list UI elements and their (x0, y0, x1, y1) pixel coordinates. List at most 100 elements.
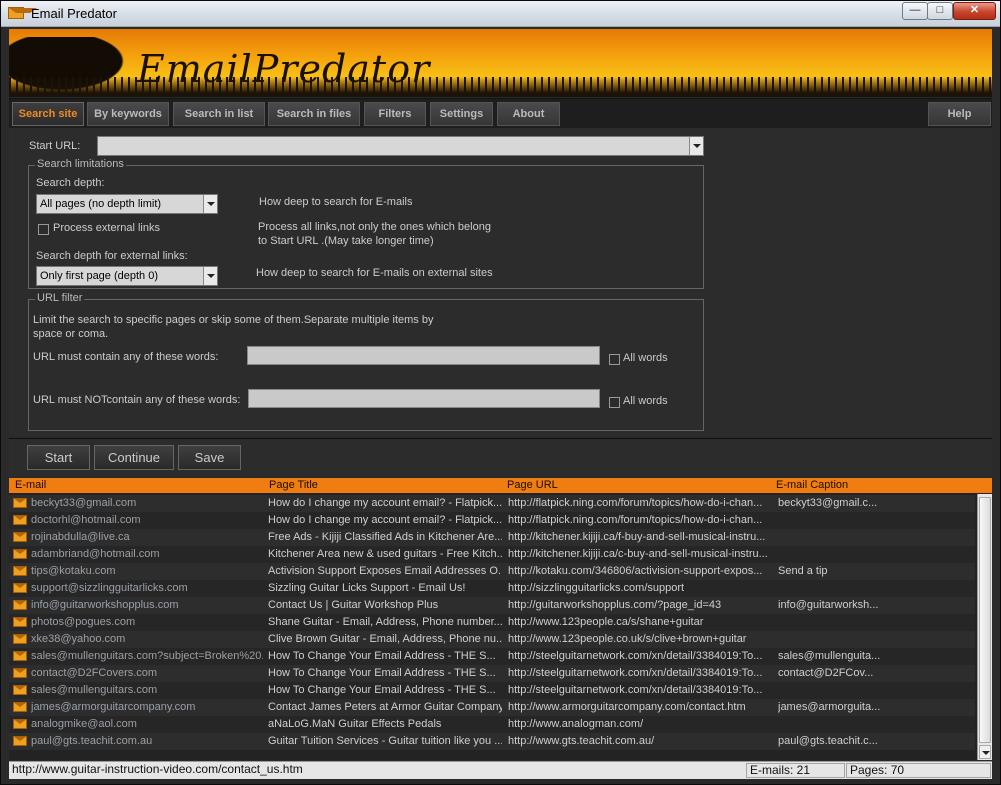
envelope-icon (13, 702, 27, 712)
tab-by-keywords[interactable]: By keywords (87, 102, 169, 126)
table-row[interactable]: tips@kotaku.com Activision Support Expose… (9, 563, 975, 580)
table-row[interactable]: xke38@yahoo.com Clive Brown Guitar - Emai… (9, 631, 975, 648)
row-email: xke38@yahoo.com (31, 633, 126, 645)
row-page-title: How To Change Your Email Address - THE S… (268, 684, 496, 696)
tab-bar: Search site By keywords Search in list S… (9, 98, 992, 128)
column-page-url[interactable]: Page URL (507, 479, 558, 491)
row-page-title: How do I change my account email? - Flat… (268, 514, 502, 526)
row-email-caption: paul@gts.teachit.c... (778, 735, 878, 747)
status-current-url: http://www.guitar-instruction-video.com/… (12, 763, 303, 776)
minimize-button[interactable]: — (902, 2, 928, 20)
external-links-hint-2: to Start URL .(May take longer time) (258, 235, 434, 247)
column-email[interactable]: E-mail (15, 479, 46, 491)
action-bar: Start Continue Save (9, 438, 992, 476)
tab-search-in-list[interactable]: Search in list (173, 102, 265, 126)
envelope-icon (13, 515, 27, 525)
tab-filters[interactable]: Filters (364, 102, 426, 126)
row-email-caption: contact@D2FCov... (778, 667, 874, 679)
must-contain-all-words-checkbox[interactable] (609, 354, 620, 365)
row-page-url: http://flatpick.ning.com/forum/topics/ho… (508, 514, 763, 526)
row-email: analogmike@aol.com (31, 718, 137, 730)
search-depth-label: Search depth: (36, 177, 105, 189)
tab-search-in-files[interactable]: Search in files (268, 102, 360, 126)
row-page-url: http://kitchener.kijiji.ca/f-buy-and-sel… (508, 531, 766, 543)
row-page-title: How To Change Your Email Address - THE S… (268, 667, 496, 679)
app-window: Email Predator — □ ✕ EmailPredator Searc… (0, 0, 1001, 785)
table-row[interactable]: sales@mullenguitars.com How To Change You… (9, 682, 975, 699)
row-page-title: Free Ads - Kijiji Classified Ads in Kitc… (268, 531, 502, 543)
row-page-url: http://steelguitarnetwork.com/xn/detail/… (508, 667, 763, 679)
table-row[interactable]: sales@mullenguitars.com?subject=Broken%2… (9, 648, 975, 665)
table-row[interactable]: rojinabdulla@live.ca Free Ads - Kijiji Cl… (9, 529, 975, 546)
table-row[interactable]: info@guitarworkshopplus.com Contact Us | … (9, 597, 975, 614)
envelope-icon (13, 600, 27, 610)
results-table: E-mail Page Title Page URL E-mail Captio… (9, 478, 992, 760)
column-email-caption[interactable]: E-mail Caption (776, 479, 848, 491)
envelope-icon (13, 617, 27, 627)
continue-button[interactable]: Continue (94, 445, 174, 470)
column-page-title[interactable]: Page Title (269, 479, 318, 491)
start-button[interactable]: Start (27, 445, 90, 470)
scrollbar-thumb[interactable] (979, 497, 991, 743)
tab-search-site[interactable]: Search site (12, 102, 84, 126)
table-row[interactable]: doctorhl@hotmail.com How do I change my a… (9, 512, 975, 529)
row-page-title: How To Change Your Email Address - THE S… (268, 650, 496, 662)
envelope-icon (13, 583, 27, 593)
table-row[interactable]: adambriand@hotmail.com Kitchener Area new… (9, 546, 975, 563)
must-not-all-words-checkbox[interactable] (609, 397, 620, 408)
close-button[interactable]: ✕ (953, 2, 996, 20)
row-page-title: Clive Brown Guitar - Email, Address, Pho… (268, 633, 502, 645)
url-filter-group: URL filter Limit the search to specific … (28, 292, 704, 431)
row-email-caption: info@guitarworksh... (778, 599, 879, 611)
row-page-url: http://kotaku.com/346806/activision-supp… (508, 565, 763, 577)
external-depth-label: Search depth for external links: (36, 250, 188, 262)
envelope-icon (8, 7, 37, 19)
table-row[interactable]: james@armorguitarcompany.com Contact Jame… (9, 699, 975, 716)
tab-help[interactable]: Help (928, 102, 991, 126)
status-bar: http://www.guitar-instruction-video.com/… (9, 761, 992, 779)
row-email: tips@kotaku.com (31, 565, 116, 577)
results-scrollbar[interactable] (977, 494, 992, 760)
row-page-title: aNaLoG.MaN Guitar Effects Pedals (268, 718, 442, 730)
maximize-button[interactable]: □ (927, 2, 953, 20)
envelope-icon (13, 651, 27, 661)
title-bar[interactable]: Email Predator — □ ✕ (1, 1, 1000, 27)
process-external-links-checkbox[interactable] (38, 224, 49, 235)
save-button[interactable]: Save (178, 445, 241, 470)
row-page-url: http://steelguitarnetwork.com/xn/detail/… (508, 650, 763, 662)
row-email: beckyt33@gmail.com (31, 497, 137, 509)
table-row[interactable]: paul@gts.teachit.com.au Guitar Tuition Se… (9, 733, 975, 750)
search-depth-select[interactable]: All pages (no depth limit) (36, 194, 218, 214)
row-page-title: Sizzling Guitar Licks Support - Email Us… (268, 582, 466, 594)
row-email-caption: sales@mullenguita... (778, 650, 881, 662)
row-email: doctorhl@hotmail.com (31, 514, 141, 526)
search-limitations-group: Search limitations Search depth: All pag… (28, 158, 704, 289)
envelope-icon (13, 566, 27, 576)
table-row[interactable]: contact@D2FCovers.com How To Change Your … (9, 665, 975, 682)
row-page-title: Activision Support Exposes Email Address… (268, 565, 502, 577)
external-depth-value: Only first page (depth 0) (40, 270, 159, 282)
row-page-url: http://www.123people.ca/s/shane+guitar (508, 616, 704, 628)
external-depth-select[interactable]: Only first page (depth 0) (36, 266, 218, 286)
must-not-all-words-label: All words (623, 395, 668, 407)
chevron-down-icon[interactable] (203, 267, 217, 285)
chevron-down-icon[interactable] (203, 195, 217, 213)
table-row[interactable]: beckyt33@gmail.com How do I change my acc… (9, 495, 975, 512)
chevron-down-icon[interactable] (689, 137, 703, 155)
start-url-combo[interactable] (97, 136, 704, 156)
envelope-icon (13, 736, 27, 746)
must-not-contain-label: URL must NOTcontain any of these words: (33, 394, 241, 406)
tab-about[interactable]: About (497, 102, 560, 126)
scroll-down-icon[interactable] (979, 745, 991, 759)
table-row[interactable]: photos@pogues.com Shane Guitar - Email, A… (9, 614, 975, 631)
search-site-panel: Start URL: Search limitations Search dep… (9, 128, 992, 436)
table-row[interactable]: support@sizzlingguitarlicks.com Sizzling … (9, 580, 975, 597)
must-contain-input[interactable] (247, 346, 600, 365)
table-row[interactable]: analogmike@aol.com aNaLoG.MaN Guitar Effe… (9, 716, 975, 733)
row-email: info@guitarworkshopplus.com (31, 599, 179, 611)
row-page-url: http://guitarworkshopplus.com/?page_id=4… (508, 599, 722, 611)
must-not-contain-input[interactable] (248, 389, 600, 408)
search-depth-value: All pages (no depth limit) (40, 198, 162, 210)
tab-settings[interactable]: Settings (430, 102, 493, 126)
envelope-icon (13, 498, 27, 508)
